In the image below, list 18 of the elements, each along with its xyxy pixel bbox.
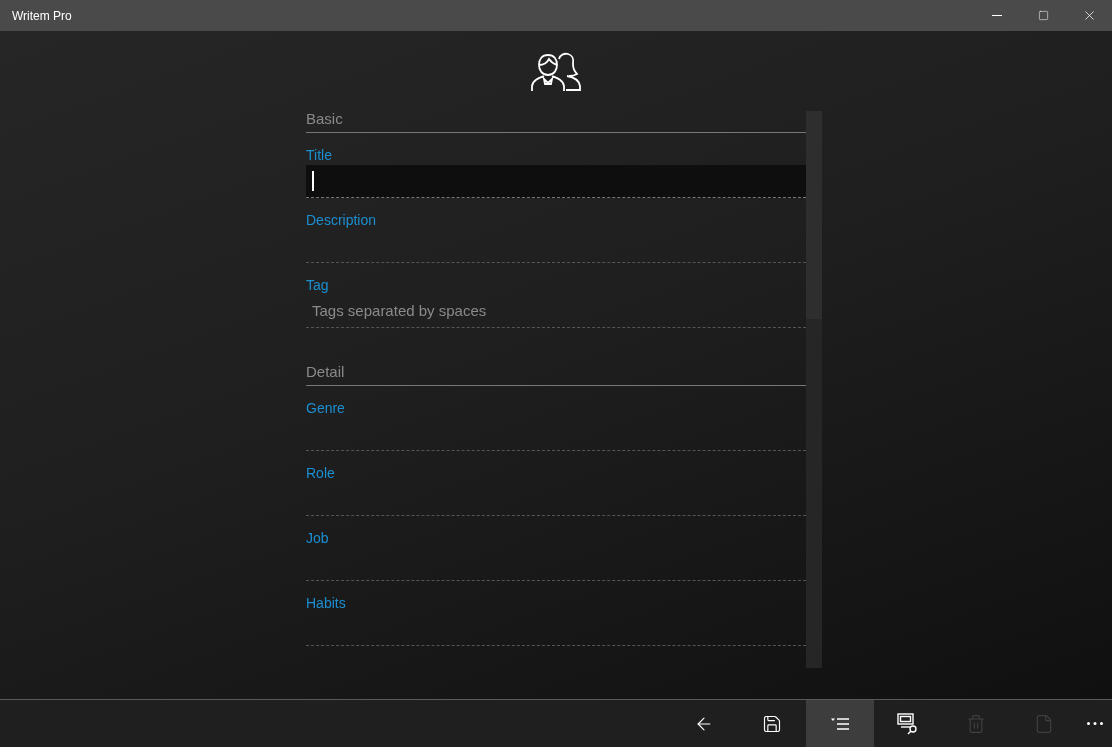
people-icon — [529, 52, 583, 92]
scrollbar[interactable] — [806, 111, 822, 668]
field-label: Genre — [306, 399, 345, 418]
field-label: Description — [306, 211, 377, 230]
text-caret — [312, 171, 314, 191]
minimize-icon — [992, 15, 1002, 16]
field-label: Job — [306, 529, 329, 548]
field-label: Role — [306, 464, 335, 483]
section-heading: Basic — [306, 111, 806, 133]
scrollbar-thumb[interactable] — [806, 111, 822, 319]
field-label: Title — [306, 146, 332, 165]
outline-button[interactable] — [806, 700, 874, 747]
section-heading: Detail — [306, 362, 806, 386]
window-title: Writem Pro — [12, 7, 72, 25]
field-label: Tag — [306, 276, 329, 295]
maximize-icon — [1037, 10, 1049, 21]
input-field[interactable] — [306, 165, 806, 198]
field-label: Habits — [306, 594, 346, 613]
